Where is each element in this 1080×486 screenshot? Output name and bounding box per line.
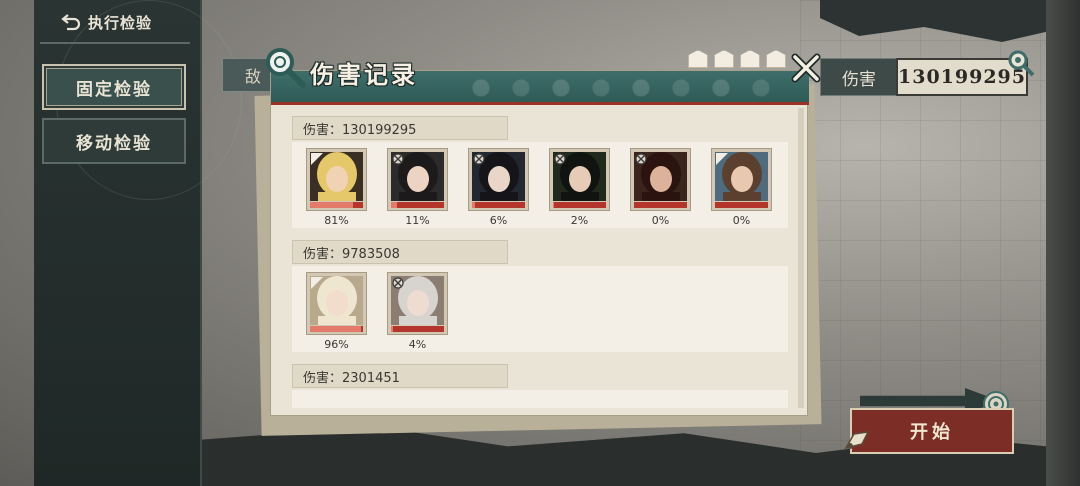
character-portrait (387, 148, 448, 211)
damage-share-bar (391, 326, 444, 332)
crossed-ring-icon (554, 153, 566, 165)
character-portrait-image (715, 152, 768, 201)
character-card[interactable]: 81% (306, 148, 367, 227)
total-damage-display: 伤害 130199295 (820, 57, 1028, 97)
character-row: 81% 11% 6% 2% 0% 0% (292, 142, 788, 228)
damage-percentage: 0% (732, 214, 751, 227)
right-edge-frame (1046, 0, 1080, 486)
back-arrow-icon (61, 14, 81, 31)
start-label: 开始 (910, 422, 954, 443)
damage-record: 伤害：2301451 (292, 364, 788, 408)
modal-title: 伤害记录 (310, 59, 418, 89)
clip-tab (714, 50, 734, 68)
damage-percentage: 0% (651, 214, 670, 227)
left-divider (40, 42, 190, 44)
clip-tab (740, 50, 760, 68)
damage-share-bar-fill (553, 202, 555, 208)
character-portrait-image (391, 152, 444, 201)
character-card[interactable]: 11% (387, 148, 448, 227)
flag-icon (716, 153, 728, 165)
damage-share-bar (472, 202, 525, 208)
magnifier-icon[interactable] (1006, 48, 1036, 78)
damage-share-bar-fill (310, 326, 361, 332)
close-icon[interactable] (788, 50, 824, 86)
character-card[interactable]: 2% (549, 148, 610, 227)
damage-percentage: 81% (324, 214, 349, 227)
damage-share-bar (715, 202, 768, 208)
damage-record: 伤害：9783508 96% 4% (292, 240, 788, 352)
record-header: 伤害：9783508 (292, 240, 508, 264)
damage-share-bar-fill (391, 202, 397, 208)
damage-share-bar-fill (472, 202, 476, 208)
record-damage-text: 伤害：9783508 (303, 246, 400, 262)
damage-share-bar (310, 202, 363, 208)
record-header: 伤害：2301451 (292, 364, 508, 388)
character-row: 96% 4% (292, 266, 788, 352)
character-card[interactable]: 0% (630, 148, 691, 227)
back-button[interactable]: 执行检验 (60, 8, 152, 36)
clip-tab (766, 50, 786, 68)
character-portrait (306, 272, 367, 335)
crossed-ring-icon (392, 277, 404, 289)
total-damage-label: 伤害 (820, 58, 899, 96)
moving-test-label: 移动检验 (76, 133, 152, 154)
character-card[interactable]: 6% (468, 148, 529, 227)
damage-percentage: 11% (405, 214, 430, 227)
damage-record-list[interactable]: 伤害：130199295 81% 11% 6% 2% 0% 0% 伤害：9783508 9… (292, 110, 788, 408)
character-portrait-image (634, 152, 687, 201)
modal-scrollbar[interactable] (798, 108, 804, 408)
back-label: 执行检验 (88, 13, 153, 32)
character-card[interactable]: 4% (387, 272, 448, 351)
flag-icon (311, 153, 323, 165)
damage-share-bar (634, 202, 687, 208)
header-cloud-pattern (461, 75, 791, 101)
crossed-ring-icon (635, 153, 647, 165)
character-portrait (711, 148, 772, 211)
damage-share-bar-fill (391, 326, 394, 332)
character-portrait-image (391, 276, 444, 325)
character-portrait (630, 148, 691, 211)
enemy-tab-label: 敌 (245, 67, 262, 86)
damage-percentage: 2% (570, 214, 589, 227)
character-portrait-image (310, 276, 363, 325)
damage-share-bar (391, 202, 444, 208)
crossed-ring-icon (473, 153, 485, 165)
start-button[interactable]: 开始 (850, 408, 1014, 454)
flag-icon (311, 277, 323, 289)
record-damage-text: 伤害：2301451 (303, 370, 400, 386)
fixed-test-label: 固定检验 (76, 79, 152, 100)
character-portrait (468, 148, 529, 211)
paper-clip-tabs (688, 50, 798, 70)
damage-share-bar (310, 326, 363, 332)
character-portrait-image (310, 152, 363, 201)
fixed-test-button[interactable]: 固定检验 (42, 64, 186, 110)
record-damage-text: 伤害：130199295 (303, 122, 417, 138)
character-portrait-image (553, 152, 606, 201)
damage-percentage: 96% (324, 338, 349, 351)
crossed-ring-icon (392, 153, 404, 165)
character-row (292, 390, 788, 408)
damage-share-bar-fill (310, 202, 353, 208)
character-portrait (306, 148, 367, 211)
brush-icon (844, 431, 870, 450)
moving-test-button[interactable]: 移动检验 (42, 118, 186, 164)
damage-percentage: 4% (408, 338, 427, 351)
magnifier-icon (266, 48, 306, 88)
character-card[interactable]: 96% (306, 272, 367, 351)
character-card[interactable]: 0% (711, 148, 772, 227)
record-header: 伤害：130199295 (292, 116, 508, 140)
character-portrait (549, 148, 610, 211)
damage-share-bar (553, 202, 606, 208)
character-portrait-image (472, 152, 525, 201)
clip-tab (688, 50, 708, 68)
damage-record: 伤害：130199295 81% 11% 6% 2% 0% 0% (292, 116, 788, 228)
damage-percentage: 6% (489, 214, 508, 227)
character-portrait (387, 272, 448, 335)
